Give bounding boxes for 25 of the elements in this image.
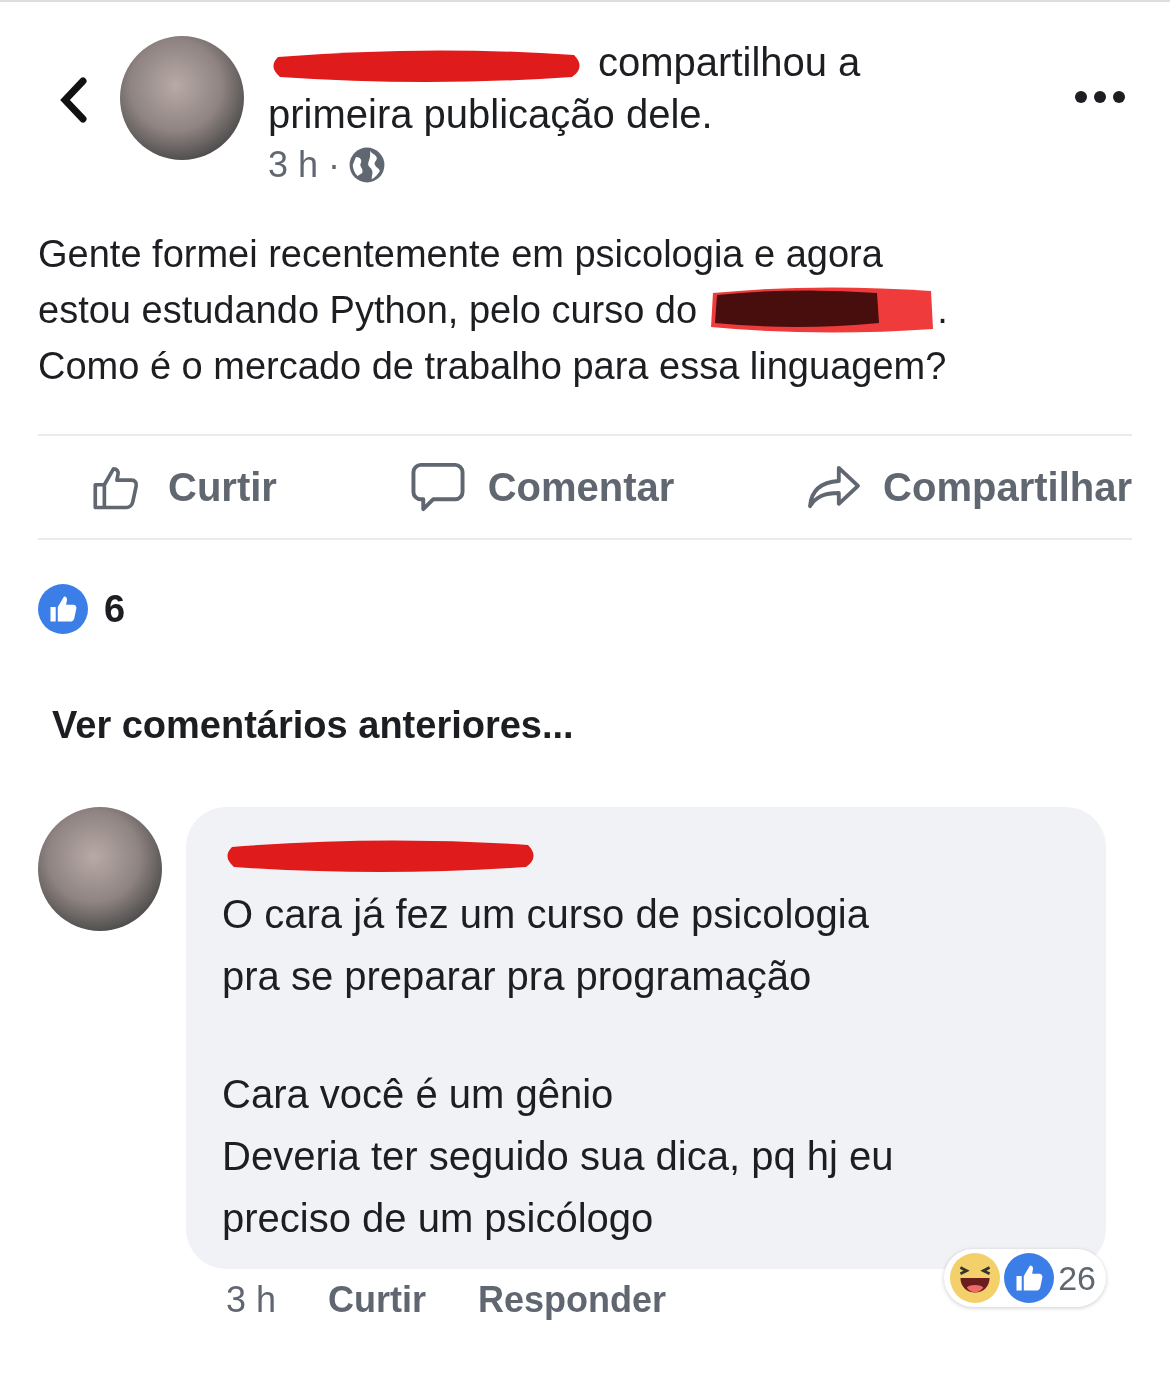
- like-icon: [1004, 1253, 1055, 1303]
- comment-action-link[interactable]: Curtir: [328, 1279, 427, 1321]
- post-text-line: estou estudando Python, pelo curso do: [38, 288, 698, 333]
- like-button[interactable]: Curtir: [88, 460, 277, 514]
- comment-text-line: O cara já fez um curso de psicologia: [222, 891, 870, 938]
- share-notice: compartilhou a primeira publicação dele.: [268, 39, 862, 138]
- comment-action-link[interactable]: Responder: [478, 1279, 667, 1321]
- reaction-count: 26: [1058, 1258, 1096, 1298]
- previous-comments-link[interactable]: Ver comentários anteriores...: [52, 704, 1118, 747]
- share-button[interactable]: Compartilhar: [805, 460, 1132, 514]
- laughing-emoji-icon: [950, 1253, 1001, 1303]
- comment-time: 3 h: [226, 1279, 277, 1321]
- like-icon: [38, 584, 88, 634]
- post-text-line: Gente formei recentemente em psicologia e agora: [38, 232, 883, 277]
- reaction-count: 6: [104, 587, 126, 631]
- comment-text-line: Cara você é um gênio: [222, 1071, 615, 1118]
- post-time: 3 h ·: [268, 144, 341, 186]
- comment-text-line: preciso de um psicólogo: [222, 1195, 655, 1242]
- comment-text-line: Deveria ter seguido sua dica, pq hj eu: [222, 1133, 895, 1180]
- comment-text-line: pra se preparar pra programação: [222, 953, 813, 1000]
- comment-button[interactable]: Comentar: [407, 460, 675, 514]
- reaction-summary[interactable]: 26: [944, 1249, 1106, 1307]
- globe-icon: [348, 146, 387, 184]
- post-text-line: Como é o mercado de trabalho para essa linguagem?: [38, 344, 947, 389]
- post-text-line: .: [937, 288, 948, 333]
